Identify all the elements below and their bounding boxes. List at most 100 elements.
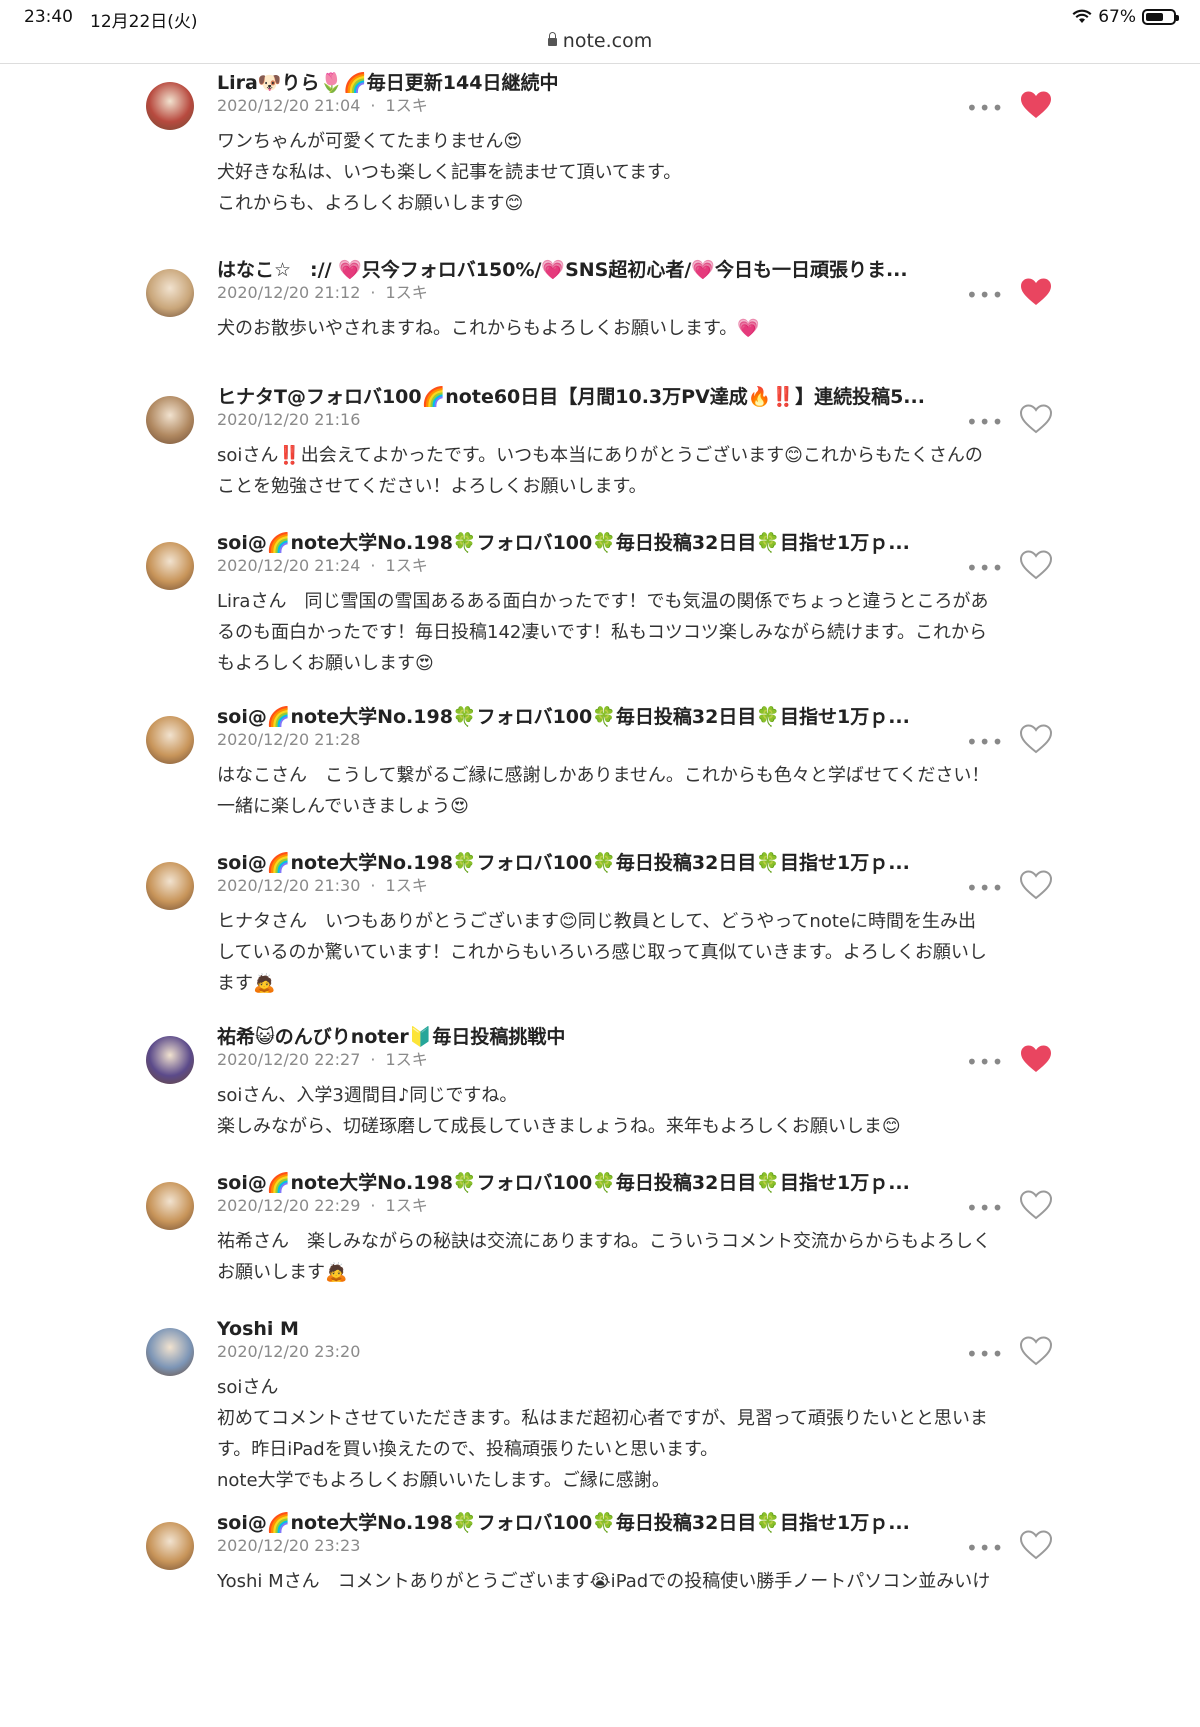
comment-body: ヒナタさん いつもありがとうございます😊同じ教員として、どうやってnoteに時間…: [217, 906, 1055, 999]
meta-separator: ·: [370, 876, 376, 895]
avatar[interactable]: [146, 1328, 194, 1376]
comment-meta: 2020/12/20 21:24 · 1スキ: [217, 556, 1055, 576]
comment-body: 祐希さん 楽しみながらの秘訣は交流にありますね。こういうコメント交流からからもよ…: [217, 1226, 1055, 1288]
comment-date: 2020/12/20 22:27: [217, 1050, 361, 1069]
like-heart-icon[interactable]: [1020, 1530, 1052, 1560]
commenter-name[interactable]: soi@🌈note大学No.198🍀フォロバ100🍀毎日投稿32日目🍀目指せ1万…: [217, 850, 1055, 876]
liked-heart-icon[interactable]: [1020, 277, 1052, 307]
comment-line: ます🙇: [217, 973, 276, 994]
avatar[interactable]: [146, 269, 194, 317]
comment-item: ヒナタT@フォロバ100🌈note60日目【月間10.3万PV達成🔥‼️】連続投…: [0, 384, 1200, 502]
comment-line: す。昨日iPadを買い換えたので、投稿頑張りたいと思います。: [217, 1439, 719, 1460]
comment-line: Yoshi Mさん コメントありがとうございます😭iPadでの投稿使い勝手ノート…: [217, 1571, 991, 1592]
comment-item: soi@🌈note大学No.198🍀フォロバ100🍀毎日投稿32日目🍀目指せ1万…: [0, 1510, 1200, 1597]
comment-meta: 2020/12/20 21:04 · 1スキ: [217, 96, 1055, 116]
like-count[interactable]: 1スキ: [386, 556, 428, 575]
like-count[interactable]: 1スキ: [386, 876, 428, 895]
avatar[interactable]: [146, 1182, 194, 1230]
comment-body: soiさん、入学3週間目♪同じですね。 楽しみながら、切磋琢磨して成長していきまし…: [217, 1080, 1055, 1142]
meta-separator: ·: [370, 96, 376, 115]
comment-line: soiさん‼️出会えてよかったです。いつも本当にありがとうございます😊これからも…: [217, 445, 983, 466]
commenter-name[interactable]: soi@🌈note大学No.198🍀フォロバ100🍀毎日投稿32日目🍀目指せ1万…: [217, 530, 1055, 556]
commenter-name[interactable]: ヒナタT@フォロバ100🌈note60日目【月間10.3万PV達成🔥‼️】連続投…: [217, 384, 1055, 410]
more-options-icon[interactable]: •••: [966, 876, 1004, 900]
comment-item: soi@🌈note大学No.198🍀フォロバ100🍀毎日投稿32日目🍀目指せ1万…: [0, 704, 1200, 822]
more-options-icon[interactable]: •••: [966, 96, 1004, 120]
liked-heart-icon[interactable]: [1020, 90, 1052, 120]
like-heart-icon[interactable]: [1020, 724, 1052, 754]
comment-body: soiさん 初めてコメントさせていただきます。私はまだ超初心者ですが、見習って頑張…: [217, 1372, 1055, 1496]
like-count[interactable]: 1スキ: [386, 1050, 428, 1069]
comment-date: 2020/12/20 21:12: [217, 283, 361, 302]
battery-percent: 67%: [1098, 7, 1136, 27]
avatar[interactable]: [146, 862, 194, 910]
like-heart-icon[interactable]: [1020, 1336, 1052, 1366]
comment-line: はなこさん こうして繋がるご縁に感謝しかありません。これからも色々と学ばせてくだ…: [217, 765, 990, 786]
comment-meta: 2020/12/20 22:27 · 1スキ: [217, 1050, 1055, 1070]
comment-line: しているのか驚いています！これからもいろいろ感じ取って真似ていきます。よろしくお…: [217, 942, 987, 963]
lock-icon: [547, 32, 557, 46]
comment-meta: 2020/12/20 21:30 · 1スキ: [217, 876, 1055, 896]
comment-body: ワンちゃんが可愛くてたまりません😍 犬好きな私は、いつも楽しく記事を読ませて頂いて…: [217, 126, 1055, 219]
avatar[interactable]: [146, 396, 194, 444]
comment-meta: 2020/12/20 23:23: [217, 1536, 1055, 1556]
like-count[interactable]: 1スキ: [386, 96, 428, 115]
more-options-icon[interactable]: •••: [966, 556, 1004, 580]
comment-body: Liraさん 同じ雪国の雪国あるある面白かったです！でも気温の関係でちょっと違う…: [217, 586, 1055, 679]
commenter-name[interactable]: soi@🌈note大学No.198🍀フォロバ100🍀毎日投稿32日目🍀目指せ1万…: [217, 704, 1055, 730]
status-right: 67%: [1072, 7, 1179, 27]
more-options-icon[interactable]: •••: [966, 410, 1004, 434]
more-options-icon[interactable]: •••: [966, 1342, 1004, 1366]
status-date: 12月22日(火): [90, 12, 198, 32]
comment-meta: 2020/12/20 21:28: [217, 730, 1055, 750]
avatar[interactable]: [146, 716, 194, 764]
meta-separator: ·: [370, 556, 376, 575]
more-options-icon[interactable]: •••: [966, 283, 1004, 307]
comment-line: 犬好きな私は、いつも楽しく記事を読ませて頂いてます。: [217, 162, 682, 183]
comment-item: はなこ☆ :// 💗只今フォロバ150%/💗SNS超初心者/💗今日も一日頑張りま…: [0, 257, 1200, 344]
like-heart-icon[interactable]: [1020, 1190, 1052, 1220]
commenter-name[interactable]: 祐希😺のんびりnoter🔰毎日投稿挑戦中: [217, 1024, 1055, 1050]
more-options-icon[interactable]: •••: [966, 1196, 1004, 1220]
comment-date: 2020/12/20 21:04: [217, 96, 361, 115]
commenter-name[interactable]: soi@🌈note大学No.198🍀フォロバ100🍀毎日投稿32日目🍀目指せ1万…: [217, 1510, 1055, 1536]
like-count[interactable]: 1スキ: [386, 1196, 428, 1215]
avatar[interactable]: [146, 1522, 194, 1570]
comment-meta: 2020/12/20 23:20: [217, 1342, 1055, 1362]
liked-heart-icon[interactable]: [1020, 1044, 1052, 1074]
avatar[interactable]: [146, 1036, 194, 1084]
like-heart-icon[interactable]: [1020, 870, 1052, 900]
avatar[interactable]: [146, 82, 194, 130]
more-options-icon[interactable]: •••: [966, 1050, 1004, 1074]
comment-meta: 2020/12/20 21:12 · 1スキ: [217, 283, 1055, 303]
more-options-icon[interactable]: •••: [966, 1536, 1004, 1560]
comment-line: これからも、よろしくお願いします😊: [217, 193, 524, 214]
comment-line: Liraさん 同じ雪国の雪国あるある面白かったです！でも気温の関係でちょっと違う…: [217, 591, 989, 612]
like-heart-icon[interactable]: [1020, 550, 1052, 580]
comment-date: 2020/12/20 21:28: [217, 730, 361, 749]
commenter-name[interactable]: Lira🐶りら🌷🌈毎日更新144日継続中: [217, 70, 1055, 96]
comment-body: 犬のお散歩いやされますね。これからもよろしくお願いします。💗: [217, 313, 1055, 344]
more-options-icon[interactable]: •••: [966, 730, 1004, 754]
comment-body: Yoshi Mさん コメントありがとうございます😭iPadでの投稿使い勝手ノート…: [217, 1566, 1055, 1597]
meta-separator: ·: [370, 1050, 376, 1069]
comment-line: soiさん: [217, 1377, 279, 1398]
like-heart-icon[interactable]: [1020, 404, 1052, 434]
address-bar[interactable]: note.com: [0, 30, 1200, 64]
comment-line: るのも面白かったです！毎日投稿142凄いです！私もコツコツ楽しみながら続けます。…: [217, 622, 988, 643]
comment-meta: 2020/12/20 21:16: [217, 410, 1055, 430]
comment-item: Lira🐶りら🌷🌈毎日更新144日継続中 2020/12/20 21:04 · 1スキ…: [0, 70, 1200, 219]
comment-body: soiさん‼️出会えてよかったです。いつも本当にありがとうございます😊これからも…: [217, 440, 1055, 502]
wifi-icon: [1072, 9, 1092, 23]
comment-date: 2020/12/20 23:20: [217, 1342, 361, 1361]
commenter-name[interactable]: soi@🌈note大学No.198🍀フォロバ100🍀毎日投稿32日目🍀目指せ1万…: [217, 1170, 1055, 1196]
comment-date: 2020/12/20 21:24: [217, 556, 361, 575]
commenter-name[interactable]: はなこ☆ :// 💗只今フォロバ150%/💗SNS超初心者/💗今日も一日頑張りま…: [217, 257, 1055, 283]
status-time: 23:40: [24, 7, 73, 27]
comment-line: 犬のお散歩いやされますね。これからもよろしくお願いします。💗: [217, 318, 760, 339]
comment-line: soiさん、入学3週間目♪同じですね。: [217, 1085, 518, 1106]
commenter-name[interactable]: Yoshi M: [217, 1316, 1055, 1342]
comment-date: 2020/12/20 21:30: [217, 876, 361, 895]
like-count[interactable]: 1スキ: [386, 283, 428, 302]
avatar[interactable]: [146, 542, 194, 590]
